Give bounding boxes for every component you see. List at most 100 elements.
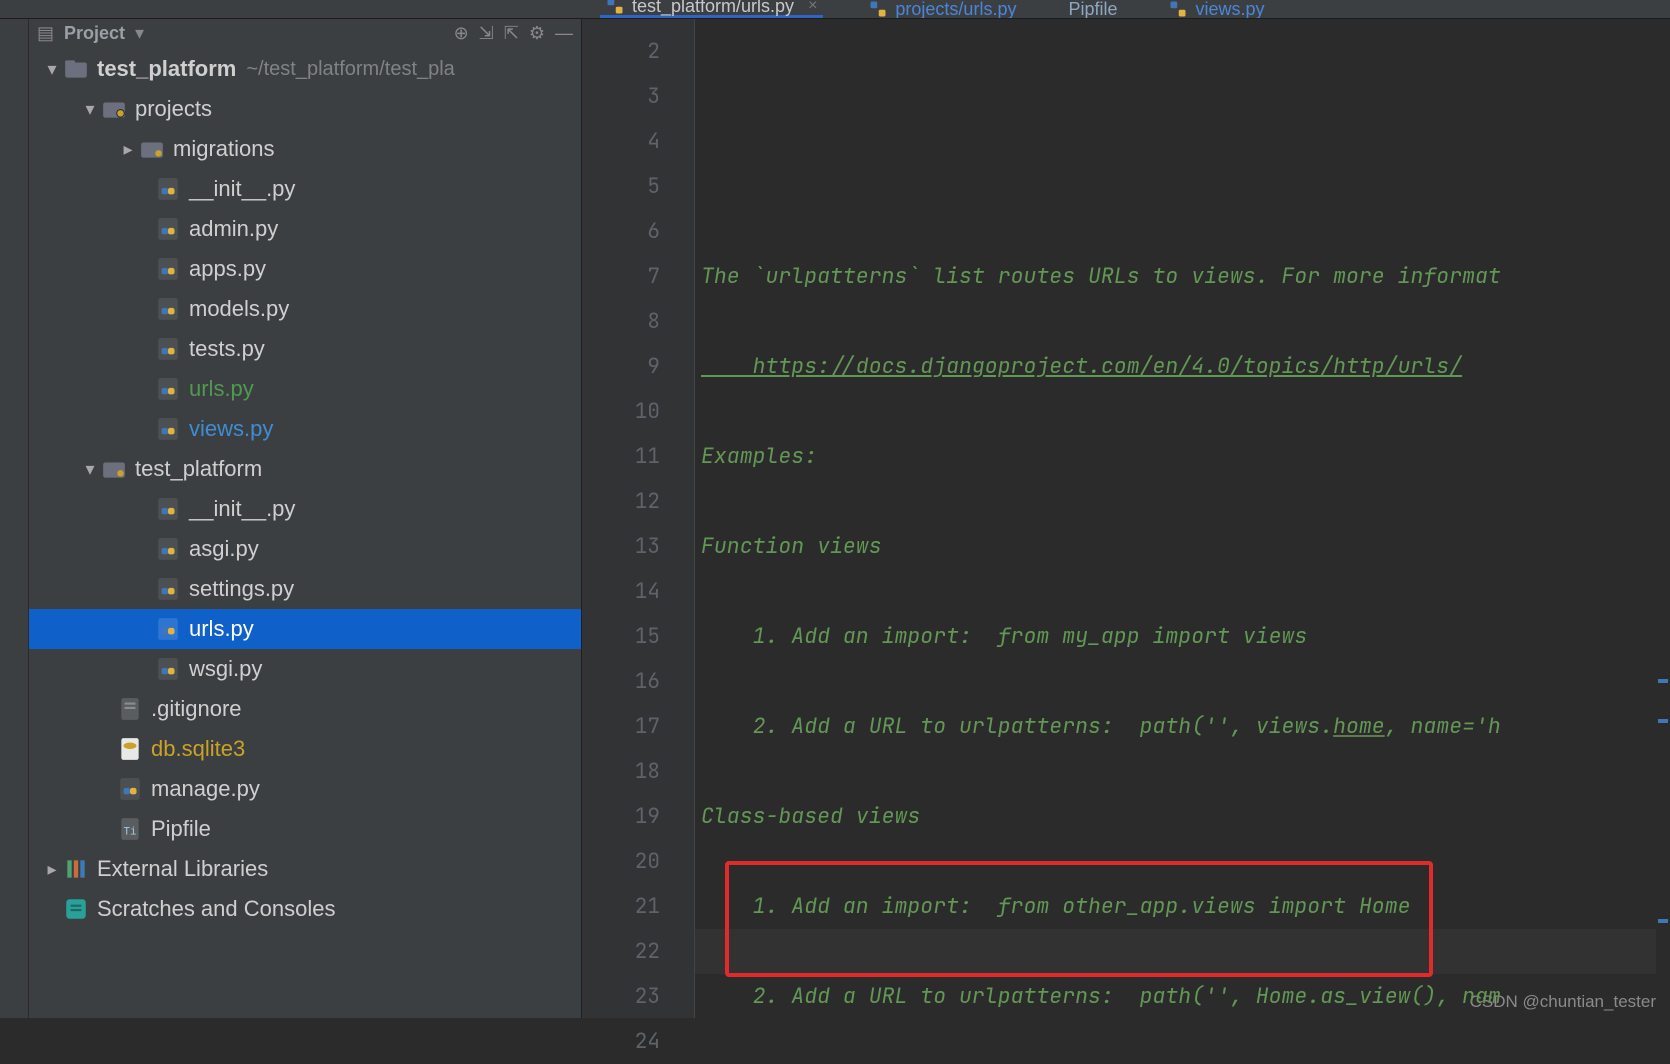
python-file-icon xyxy=(155,536,181,562)
chevron-down-icon[interactable]: ▾ xyxy=(135,23,144,44)
db-file-icon xyxy=(117,736,143,762)
project-tree[interactable]: ▾ test_platform ~/test_platform/test_pla… xyxy=(29,47,581,1018)
tree-file-urls-tp[interactable]: urls.py xyxy=(29,609,581,649)
tree-dir-testplatform[interactable]: ▾ test_platform xyxy=(29,449,581,489)
doc-link[interactable]: https://docs.djangoproject.com/en/4.0/to… xyxy=(701,352,1462,380)
close-icon[interactable]: × xyxy=(808,0,817,15)
tree-label: __init__.py xyxy=(189,496,295,522)
tree-label: projects xyxy=(135,96,212,122)
code-line: Examples: xyxy=(701,434,1656,479)
tree-file-urls-projects[interactable]: urls.py xyxy=(29,369,581,409)
tree-file-views[interactable]: views.py xyxy=(29,409,581,449)
tree-label: __init__.py xyxy=(189,176,295,202)
scratches-icon xyxy=(63,896,89,922)
tree-label: Scratches and Consoles xyxy=(97,896,335,922)
tree-label: Pipfile xyxy=(151,816,211,842)
tree-label: asgi.py xyxy=(189,536,259,562)
tree-file[interactable]: asgi.py xyxy=(29,529,581,569)
code-line: Class-based views xyxy=(701,794,1656,839)
tree-label: views.py xyxy=(189,416,273,442)
tab-label: Pipfile xyxy=(1068,0,1117,19)
tree-file-manage[interactable]: manage.py xyxy=(29,769,581,809)
tree-label: settings.py xyxy=(189,576,294,602)
tree-dir-migrations[interactable]: ▸ migrations xyxy=(29,129,581,169)
tree-file[interactable]: __init__.py xyxy=(29,169,581,209)
svg-text:Ti: Ti xyxy=(124,826,137,838)
text-file-icon xyxy=(117,696,143,722)
toml-file-icon: Ti xyxy=(117,816,143,842)
code-line: The `urlpatterns` list routes URLs to vi… xyxy=(701,254,1656,299)
tree-file-db[interactable]: db.sqlite3 xyxy=(29,729,581,769)
tree-label: urls.py xyxy=(189,616,254,642)
library-icon xyxy=(63,856,89,882)
module-folder-icon xyxy=(63,56,89,82)
tree-label: db.sqlite3 xyxy=(151,736,245,762)
tree-file-gitignore[interactable]: .gitignore xyxy=(29,689,581,729)
code-editor[interactable]: 23456789101112131415161718192021222324 T… xyxy=(582,19,1670,1018)
tab-urls-testplatform[interactable]: test_platform/urls.py × xyxy=(600,0,823,18)
tree-root[interactable]: ▾ test_platform ~/test_platform/test_pla xyxy=(29,49,581,89)
tree-label: admin.py xyxy=(189,216,278,242)
tree-file[interactable]: settings.py xyxy=(29,569,581,609)
tree-external-libraries[interactable]: ▸ External Libraries xyxy=(29,849,581,889)
project-tool-window: ▤ Project ▾ ⊕ ⇲ ⇱ ⚙ — ▾ test_platfor xyxy=(29,19,582,1018)
intention-bulb-icon[interactable] xyxy=(711,933,735,957)
python-file-icon xyxy=(155,296,181,322)
tree-file[interactable]: tests.py xyxy=(29,329,581,369)
tree-label: manage.py xyxy=(151,776,260,802)
annotation-highlight-box xyxy=(725,861,1433,977)
tree-file[interactable]: admin.py xyxy=(29,209,581,249)
python-file-icon xyxy=(155,616,181,642)
package-folder-icon xyxy=(139,136,165,162)
chevron-down-icon[interactable]: ▾ xyxy=(79,99,101,120)
tree-file[interactable]: apps.py xyxy=(29,249,581,289)
tree-label: apps.py xyxy=(189,256,266,282)
tree-file[interactable]: models.py xyxy=(29,289,581,329)
tree-label: test_platform xyxy=(135,456,262,482)
python-file-icon xyxy=(869,0,887,18)
expand-icon[interactable]: ⇲ xyxy=(479,23,494,44)
chevron-down-icon[interactable]: ▾ xyxy=(41,59,63,80)
python-file-icon xyxy=(155,416,181,442)
chevron-down-icon[interactable]: ▾ xyxy=(79,459,101,480)
line-number-gutter[interactable]: 23456789101112131415161718192021222324 xyxy=(582,19,676,1018)
tree-label: .gitignore xyxy=(151,696,242,722)
tree-label: migrations xyxy=(173,136,274,162)
gear-icon[interactable]: ⚙ xyxy=(529,23,545,44)
folder-icon: ▤ xyxy=(37,23,54,44)
tab-views[interactable]: views.py xyxy=(1163,0,1270,18)
editor-area: ▲ 1 ▲ 1 ✔ 2 ˄ ˅ 234567891011121314151617… xyxy=(582,19,1670,1018)
tree-file-pipfile[interactable]: Ti Pipfile xyxy=(29,809,581,849)
hide-icon[interactable]: — xyxy=(555,23,573,44)
tab-label: projects/urls.py xyxy=(895,0,1016,19)
python-file-icon xyxy=(155,336,181,362)
code-line: Function views xyxy=(701,524,1656,569)
code-line: https://docs.djangoproject.com/en/4.0/to… xyxy=(701,344,1656,389)
package-folder-icon xyxy=(101,96,127,122)
python-file-icon xyxy=(155,656,181,682)
project-tool-header: ▤ Project ▾ ⊕ ⇲ ⇱ ⚙ — xyxy=(29,19,581,47)
tree-file[interactable]: wsgi.py xyxy=(29,649,581,689)
tab-urls-projects[interactable]: projects/urls.py xyxy=(863,0,1022,18)
python-file-icon xyxy=(155,576,181,602)
python-file-icon xyxy=(606,0,624,15)
code-area[interactable]: The `urlpatterns` list routes URLs to vi… xyxy=(695,19,1656,1018)
python-file-icon xyxy=(155,176,181,202)
error-stripe[interactable] xyxy=(1656,19,1670,1018)
tree-file[interactable]: __init__.py xyxy=(29,489,581,529)
tree-label: wsgi.py xyxy=(189,656,262,682)
python-file-icon xyxy=(117,776,143,802)
tree-label: External Libraries xyxy=(97,856,268,882)
fold-gutter[interactable] xyxy=(676,19,695,1018)
python-file-icon xyxy=(155,496,181,522)
locate-icon[interactable]: ⊕ xyxy=(454,23,469,44)
python-file-icon xyxy=(155,376,181,402)
tree-dir-projects[interactable]: ▾ projects xyxy=(29,89,581,129)
tab-pipfile[interactable]: Pipfile xyxy=(1062,0,1123,18)
python-file-icon xyxy=(1169,0,1187,18)
chevron-right-icon[interactable]: ▸ xyxy=(41,859,63,880)
chevron-right-icon[interactable]: ▸ xyxy=(117,139,139,160)
collapse-icon[interactable]: ⇱ xyxy=(504,23,519,44)
tree-scratches[interactable]: Scratches and Consoles xyxy=(29,889,581,929)
tree-label: models.py xyxy=(189,296,289,322)
